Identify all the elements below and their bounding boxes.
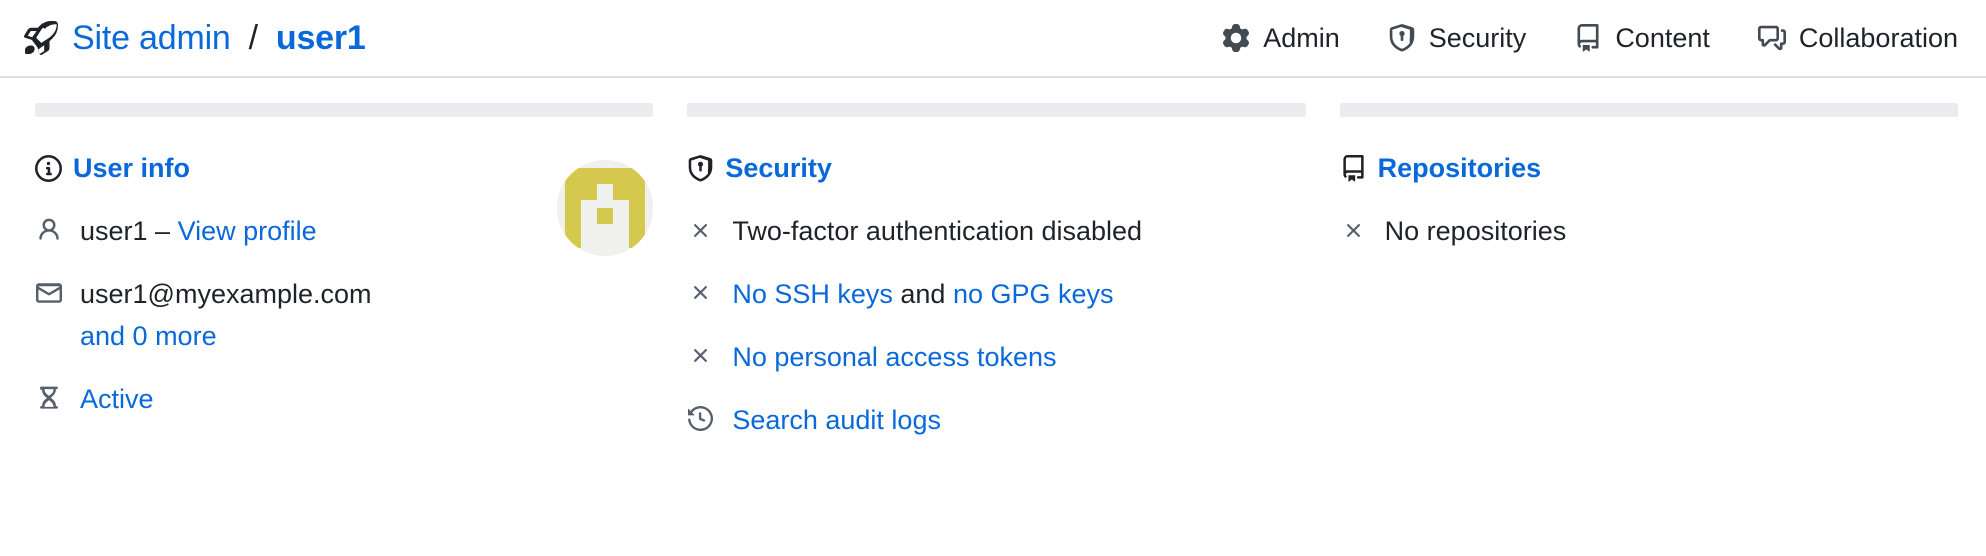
- user-info-status-text: Active: [80, 380, 154, 418]
- nav-item-security[interactable]: Security: [1388, 22, 1527, 54]
- security-row-two-factor: Two-factor authentication disabled: [687, 212, 1305, 250]
- shield-lock-icon: [1388, 24, 1416, 52]
- comment-discussion-icon: [1757, 24, 1786, 52]
- card-title-user-info: User info: [35, 153, 653, 184]
- column-rule: [35, 103, 654, 117]
- view-profile-link[interactable]: View profile: [178, 216, 317, 246]
- security-row-tokens: No personal access tokens: [687, 338, 1305, 376]
- hourglass-icon: [35, 380, 62, 416]
- username-dash: –: [147, 216, 178, 246]
- security-tokens-text: No personal access tokens: [732, 338, 1056, 376]
- user-info-row-email: user1@myexample.com and 0 more: [35, 275, 653, 355]
- nav-item-security-label: Security: [1428, 22, 1527, 53]
- column-user-info: User info user1 – View profile user1@mye…: [35, 103, 654, 439]
- user-status-active-link[interactable]: Active: [80, 384, 154, 414]
- history-icon: [687, 401, 714, 437]
- card-title-security-link[interactable]: Security: [725, 153, 832, 184]
- mail-icon: [35, 275, 62, 311]
- page-header: Site admin / user1 Admin Security Conten…: [0, 0, 1986, 78]
- security-two-factor-text: Two-factor authentication disabled: [732, 216, 1143, 246]
- nav-item-content[interactable]: Content: [1574, 23, 1710, 54]
- shield-lock-icon: [687, 155, 714, 182]
- x-icon: [687, 275, 714, 311]
- nav-item-collaboration[interactable]: Collaboration: [1757, 22, 1958, 54]
- x-icon: [687, 212, 714, 248]
- column-rule: [687, 103, 1306, 117]
- security-row-audit-logs: Search audit logs: [687, 401, 1305, 439]
- info-icon: [35, 155, 62, 182]
- x-icon: [1340, 212, 1367, 248]
- security-audit-logs-text: Search audit logs: [732, 401, 941, 439]
- user-info-username-text: user1 – View profile: [80, 212, 317, 250]
- repositories-row-empty: No repositories: [1340, 212, 1958, 250]
- security-keys-text: No SSH keys and no GPG keys: [732, 275, 1113, 313]
- card-title-repositories-link[interactable]: Repositories: [1378, 153, 1542, 184]
- nav-item-content-label: Content: [1615, 22, 1710, 53]
- security-row-keys: No SSH keys and no GPG keys: [687, 275, 1305, 313]
- gear-icon: [1222, 24, 1250, 52]
- rocket-icon: [24, 21, 58, 55]
- column-repositories: Repositories No repositories: [1339, 103, 1958, 439]
- breadcrumb-current-user-link[interactable]: user1: [276, 19, 366, 58]
- user-avatar-identicon: [557, 160, 654, 256]
- breadcrumb-site-admin-link[interactable]: Site admin: [72, 19, 231, 58]
- nav-item-admin[interactable]: Admin: [1222, 23, 1340, 54]
- card-body-repositories: No repositories: [1340, 212, 1958, 250]
- card-body-security: Two-factor authentication disabled No SS…: [687, 212, 1305, 439]
- card-title-security: Security: [687, 153, 1305, 184]
- card-body-user-info: user1 – View profile user1@myexample.com…: [35, 160, 654, 418]
- column-security: Security Two-factor authentication disab…: [687, 103, 1306, 439]
- person-icon: [35, 212, 62, 248]
- repositories-empty-text: No repositories: [1384, 216, 1567, 246]
- nav-item-admin-label: Admin: [1263, 22, 1340, 53]
- no-ssh-keys-link[interactable]: No SSH keys: [732, 279, 893, 309]
- column-rule: [1339, 103, 1958, 117]
- keys-conjunction: and: [892, 278, 953, 309]
- no-gpg-keys-link[interactable]: no GPG keys: [953, 279, 1114, 309]
- card-title-user-info-link[interactable]: User info: [73, 153, 190, 184]
- repo-icon: [1340, 155, 1367, 182]
- username-value: user1: [80, 216, 148, 246]
- user-info-email-text: user1@myexample.com and 0 more: [80, 275, 372, 355]
- card-title-repositories: Repositories: [1340, 153, 1958, 184]
- search-audit-logs-link[interactable]: Search audit logs: [732, 405, 941, 435]
- user-info-row-status: Active: [35, 380, 653, 418]
- email-value: user1@myexample.com: [80, 278, 372, 309]
- book-icon: [1574, 24, 1602, 52]
- no-personal-access-tokens-link[interactable]: No personal access tokens: [732, 342, 1056, 372]
- and-more-emails-link[interactable]: and 0 more: [80, 319, 372, 355]
- x-icon: [687, 338, 714, 374]
- admin-overview-columns: User info user1 – View profile user1@mye…: [0, 78, 1986, 439]
- breadcrumb-separator: /: [248, 18, 258, 57]
- header-nav: Admin Security Content Collaboration: [1222, 23, 1958, 54]
- breadcrumb: Site admin / user1: [24, 19, 366, 58]
- nav-item-collaboration-label: Collaboration: [1798, 22, 1958, 53]
